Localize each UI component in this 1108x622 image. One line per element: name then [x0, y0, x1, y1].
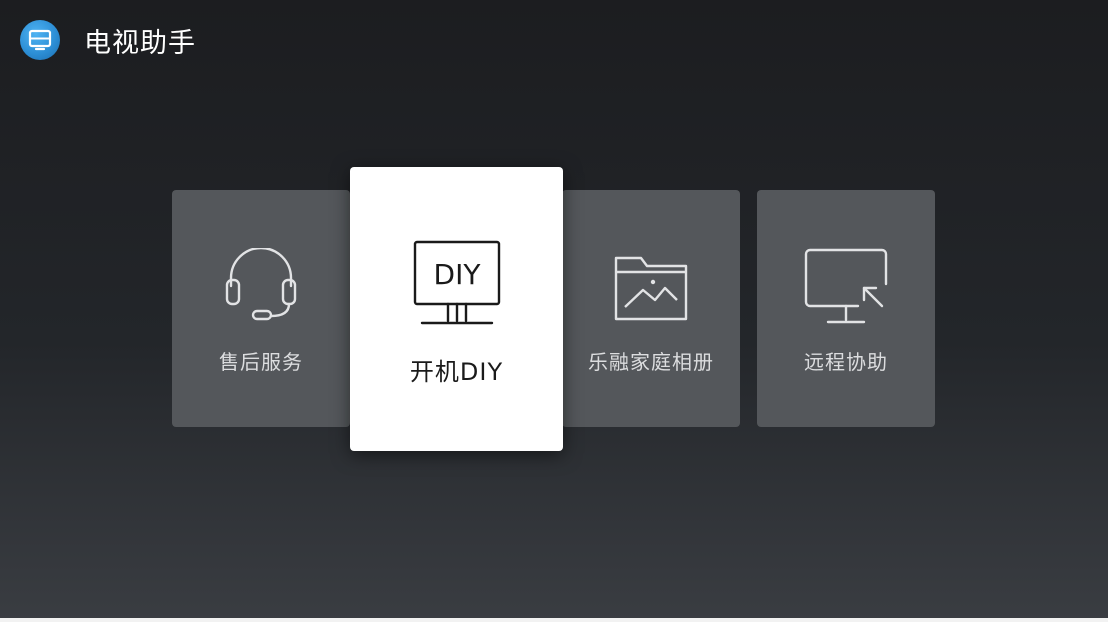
tile-after-sales-service[interactable]: 售后服务	[172, 190, 350, 427]
tile-remote-assistance[interactable]: 远程协助	[757, 190, 935, 427]
app-title: 电视助手	[84, 27, 196, 59]
tile-boot-diy[interactable]: DIY 开机DIY	[350, 167, 563, 451]
tile-label: 远程协助	[804, 350, 888, 374]
tile-label: 售后服务	[219, 350, 303, 374]
bottom-divider	[0, 618, 1108, 622]
app-header: 电视助手	[20, 20, 196, 60]
tv-assistant-logo-icon	[20, 20, 60, 60]
tile-label: 开机DIY	[409, 358, 504, 386]
tile-family-album[interactable]: 乐融家庭相册	[562, 190, 740, 427]
photo-folder-icon	[613, 252, 689, 326]
diy-monitor-icon: DIY	[412, 239, 502, 329]
headset-icon	[223, 246, 299, 328]
diy-icon-text: DIY	[433, 258, 481, 291]
tile-label: 乐融家庭相册	[588, 350, 714, 374]
remote-monitor-icon	[802, 248, 890, 330]
